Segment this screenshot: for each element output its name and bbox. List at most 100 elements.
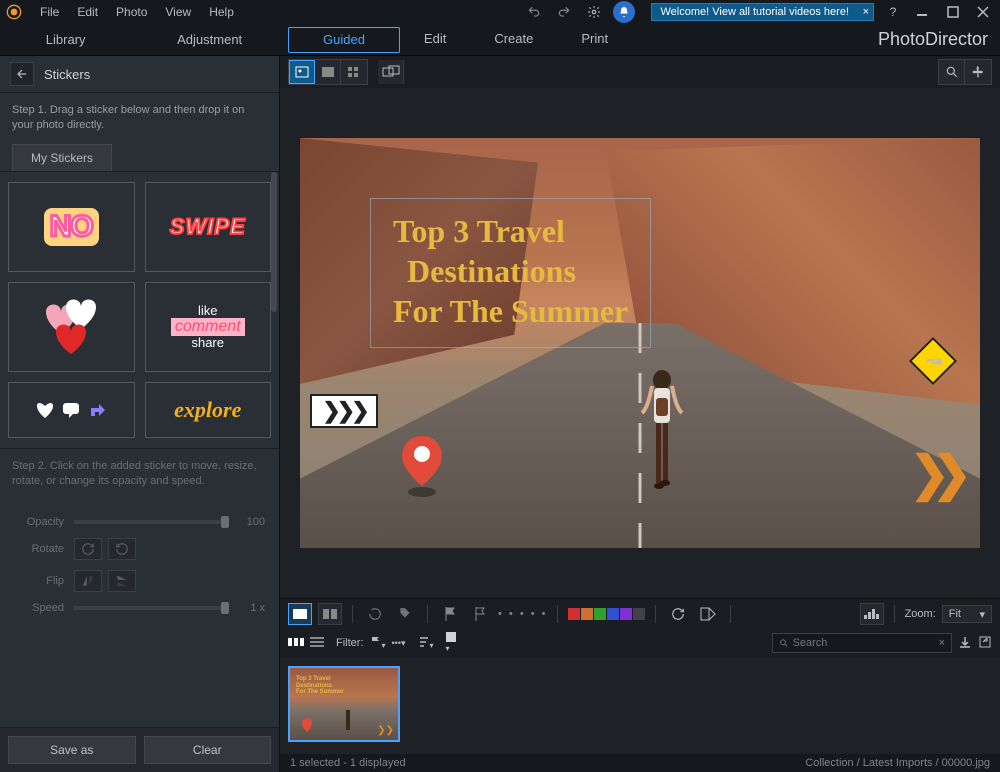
left-panel: Stickers Step 1. Drag a sticker below an…: [0, 56, 280, 772]
tab-my-stickers[interactable]: My Stickers: [12, 144, 112, 171]
rotate-label: Rotate: [14, 543, 64, 555]
speed-label: Speed: [14, 602, 64, 614]
photo-canvas[interactable]: ❯❯❯ ↝ Top 3 Travel Destinations For The …: [300, 138, 980, 548]
opacity-label: Opacity: [14, 516, 64, 528]
rotate-button[interactable]: [666, 603, 690, 625]
status-right: Collection / Latest Imports / 00000.jpg: [805, 757, 990, 769]
step2-text: Step 2. Click on the added sticker to mo…: [0, 448, 279, 500]
view-grid-button[interactable]: [341, 60, 367, 84]
histogram-button[interactable]: [860, 603, 884, 625]
save-as-button[interactable]: Save as: [8, 736, 136, 764]
search-icon: [779, 637, 789, 649]
filter-flag-button[interactable]: ▾: [370, 636, 386, 651]
module-library[interactable]: Library: [38, 28, 94, 51]
rotate-ccw-button[interactable]: [108, 538, 136, 560]
export-button[interactable]: [978, 635, 992, 652]
flip-horizontal-button[interactable]: [74, 570, 102, 592]
sort-button[interactable]: ▾: [418, 636, 434, 651]
sticker-social-icons[interactable]: [8, 382, 135, 438]
reject-flag-button[interactable]: [468, 603, 492, 625]
filter-color-button[interactable]: ▾: [446, 632, 456, 654]
app-logo-icon: [6, 4, 22, 20]
view-toolbar: [280, 56, 1000, 88]
thumb-view-filmstrip-button[interactable]: [288, 603, 312, 625]
rotate-cw-button[interactable]: [74, 538, 102, 560]
chevron-down-icon: ▾: [979, 608, 985, 621]
view-compare-button[interactable]: [378, 60, 404, 84]
thumbnail-strip: Top 3 TravelDestinationsFor The Summer ❯…: [280, 658, 1000, 754]
welcome-banner[interactable]: Welcome! View all tutorial videos here! …: [651, 3, 874, 21]
speed-value: 1 x: [237, 602, 265, 614]
location-pin-sticker[interactable]: [400, 434, 444, 498]
clear-search-icon[interactable]: ×: [939, 637, 945, 649]
sticker-swipe[interactable]: SWIPE: [145, 182, 272, 272]
sticker-hearts[interactable]: [8, 282, 135, 372]
menu-view[interactable]: View: [157, 3, 199, 21]
search-box[interactable]: ×: [772, 633, 952, 653]
clear-button[interactable]: Clear: [144, 736, 272, 764]
menu-edit[interactable]: Edit: [69, 3, 106, 21]
pan-tool-button[interactable]: [965, 60, 991, 84]
arrows-sticker[interactable]: ❯❯: [910, 446, 954, 502]
import-button[interactable]: [958, 635, 972, 652]
browser-toolbar: • • • • • Zoom: Fit ▾: [280, 598, 1000, 628]
tag-button[interactable]: [393, 603, 417, 625]
swatch-blue[interactable]: [607, 608, 619, 620]
zoom-label: Zoom:: [905, 608, 936, 620]
swatch-orange[interactable]: [581, 608, 593, 620]
sticker-grid: NO SWIPE like comment share: [0, 172, 279, 448]
zoom-tool-button[interactable]: [939, 60, 965, 84]
crop-compare-button[interactable]: [696, 603, 720, 625]
swatch-gray[interactable]: [633, 608, 645, 620]
swatch-purple[interactable]: [620, 608, 632, 620]
help-icon[interactable]: ?: [882, 1, 904, 23]
filter-rating-button[interactable]: •••▾: [392, 637, 406, 649]
mode-tab-edit[interactable]: Edit: [400, 25, 470, 55]
opacity-slider[interactable]: [74, 520, 229, 524]
menu-help[interactable]: Help: [201, 3, 242, 21]
search-input[interactable]: [793, 637, 935, 649]
menu-file[interactable]: File: [32, 3, 67, 21]
undo-icon[interactable]: [523, 1, 545, 23]
scrollbar[interactable]: [271, 172, 277, 312]
canvas-area: ❯❯❯ ↝ Top 3 Travel Destinations For The …: [280, 88, 1000, 598]
menu-photo[interactable]: Photo: [108, 3, 155, 21]
status-left: 1 selected - 1 displayed: [290, 757, 406, 769]
zoom-select[interactable]: Fit ▾: [942, 605, 992, 623]
view-image-button[interactable]: [315, 60, 341, 84]
swatch-green[interactable]: [594, 608, 606, 620]
back-button[interactable]: [10, 62, 34, 86]
flag-button[interactable]: [438, 603, 462, 625]
mode-tab-guided[interactable]: Guided: [288, 27, 400, 53]
module-adjustment[interactable]: Adjustment: [169, 28, 250, 51]
main-menu: File Edit Photo View Help: [32, 3, 242, 21]
view-single-button[interactable]: [289, 60, 315, 84]
maximize-icon[interactable]: [942, 1, 964, 23]
sticker-like-comment-share[interactable]: like comment share: [145, 282, 272, 372]
filmstrip-horizontal-button[interactable]: [288, 637, 304, 649]
bell-icon[interactable]: [613, 1, 635, 23]
hearts-icon: [31, 292, 111, 362]
photo-text-box[interactable]: Top 3 Travel Destinations For The Summer: [370, 198, 651, 348]
filmstrip-list-button[interactable]: [310, 637, 324, 650]
sticker-explore[interactable]: explore: [145, 382, 272, 438]
filter-bar: Filter: ▾ •••▾ ▾ ▾ ×: [280, 628, 1000, 658]
mode-tab-print[interactable]: Print: [557, 25, 632, 55]
opacity-value: 100: [237, 516, 265, 528]
status-bar: 1 selected - 1 displayed Collection / La…: [280, 754, 1000, 772]
close-icon[interactable]: ×: [863, 6, 869, 18]
mode-tab-create[interactable]: Create: [470, 25, 557, 55]
gear-icon[interactable]: [583, 1, 605, 23]
thumbnail-selected[interactable]: Top 3 TravelDestinationsFor The Summer ❯…: [288, 666, 400, 742]
speed-slider[interactable]: [74, 606, 229, 610]
minimize-icon[interactable]: [912, 1, 934, 23]
swatch-red[interactable]: [568, 608, 580, 620]
thumb-view-list-button[interactable]: [318, 603, 342, 625]
flip-vertical-button[interactable]: [108, 570, 136, 592]
rating-dots[interactable]: • • • • •: [498, 608, 547, 620]
redo-icon[interactable]: [553, 1, 575, 23]
rotate-left-button[interactable]: [363, 603, 387, 625]
sticker-no[interactable]: NO: [8, 182, 135, 272]
panel-title: Stickers: [44, 67, 90, 82]
close-window-icon[interactable]: [972, 1, 994, 23]
